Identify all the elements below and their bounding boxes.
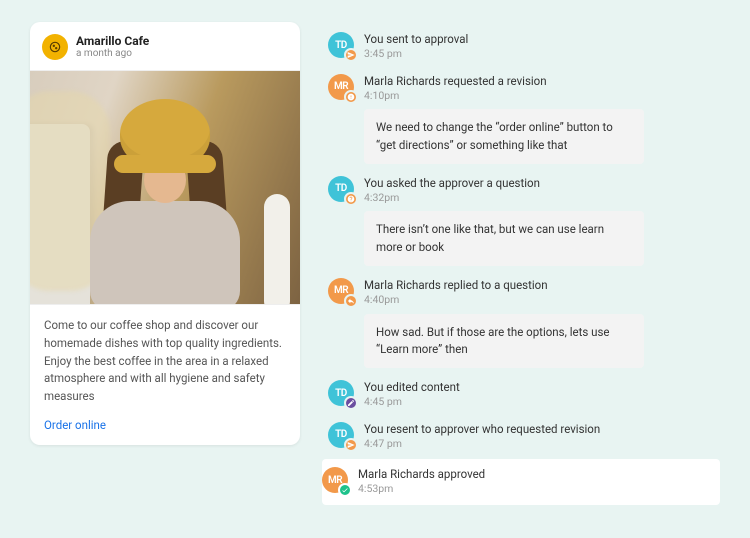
avatar-initials: TD bbox=[335, 183, 347, 194]
feed-item-title: You edited content bbox=[364, 380, 720, 395]
feed-item-title: Marla Richards requested a revision bbox=[364, 74, 720, 89]
feed-item-time: 4:10pm bbox=[364, 89, 720, 104]
avatar: TD bbox=[328, 32, 354, 58]
feed-item-time: 3:45 pm bbox=[364, 47, 720, 62]
feed-item-title: Marla Richards replied to a question bbox=[364, 278, 720, 293]
feed-item-title: You sent to approval bbox=[364, 32, 720, 47]
feed-item-time: 4:45 pm bbox=[364, 395, 720, 410]
feed-item-message: There isn’t one like that, but we can us… bbox=[364, 211, 644, 266]
feed-item-title: Marla Richards approved bbox=[358, 467, 714, 482]
feed-item-time: 4:53pm bbox=[358, 482, 714, 497]
feed-item: MR Marla Richards requested a revision4:1… bbox=[328, 70, 720, 168]
avatar: MR bbox=[328, 74, 354, 100]
edit-icon bbox=[344, 396, 358, 410]
avatar-initials: TD bbox=[335, 388, 347, 399]
app-root: Amarillo Cafe a month ago Come to our co… bbox=[30, 22, 720, 516]
post-header: Amarillo Cafe a month ago bbox=[30, 34, 300, 70]
avatar: TD bbox=[328, 380, 354, 406]
reply-icon bbox=[344, 294, 358, 308]
check-icon bbox=[338, 483, 352, 497]
feed-item: TD You edited content4:45 pm bbox=[328, 376, 720, 414]
send-icon bbox=[344, 438, 358, 452]
alert-icon bbox=[344, 90, 358, 104]
feed-item-title: You asked the approver a question bbox=[364, 176, 720, 191]
feed-item: TD You resent to approver who requested r… bbox=[328, 418, 720, 456]
feed-item: MR Marla Richards approved4:53pm bbox=[322, 459, 720, 505]
feed-item-time: 4:32pm bbox=[364, 191, 720, 206]
feed-item-message: How sad. But if those are the options, l… bbox=[364, 314, 644, 369]
post-column: Amarillo Cafe a month ago Come to our co… bbox=[30, 22, 300, 516]
feed-item: TD You sent to approval3:45 pm bbox=[328, 28, 720, 66]
feed-item-title: You resent to approver who requested rev… bbox=[364, 422, 720, 437]
feed-item-time: 4:40pm bbox=[364, 293, 720, 308]
feed-item: MR Marla Richards replied to a question4:… bbox=[328, 274, 720, 372]
post-card: Amarillo Cafe a month ago Come to our co… bbox=[30, 22, 300, 445]
post-timestamp: a month ago bbox=[76, 48, 149, 59]
avatar: MR bbox=[322, 467, 348, 493]
avatar: MR bbox=[328, 278, 354, 304]
post-title: Amarillo Cafe bbox=[76, 35, 149, 48]
send-icon bbox=[344, 48, 358, 62]
avatar: TD bbox=[328, 176, 354, 202]
question-icon bbox=[344, 192, 358, 206]
post-description: Come to our coffee shop and discover our… bbox=[30, 305, 300, 408]
business-logo-icon bbox=[42, 34, 68, 60]
feed-item-time: 4:47 pm bbox=[364, 437, 720, 452]
post-image bbox=[30, 70, 300, 305]
activity-feed: TD You sent to approval3:45 pm MR Marla Ric… bbox=[328, 22, 720, 516]
avatar-initials: TD bbox=[335, 429, 347, 440]
avatar: TD bbox=[328, 422, 354, 448]
feed-item: TD You asked the approver a question4:32p… bbox=[328, 172, 720, 270]
avatar-initials: TD bbox=[335, 40, 347, 51]
feed-item-message: We need to change the “order online” but… bbox=[364, 109, 644, 164]
order-online-link[interactable]: Order online bbox=[30, 408, 120, 432]
